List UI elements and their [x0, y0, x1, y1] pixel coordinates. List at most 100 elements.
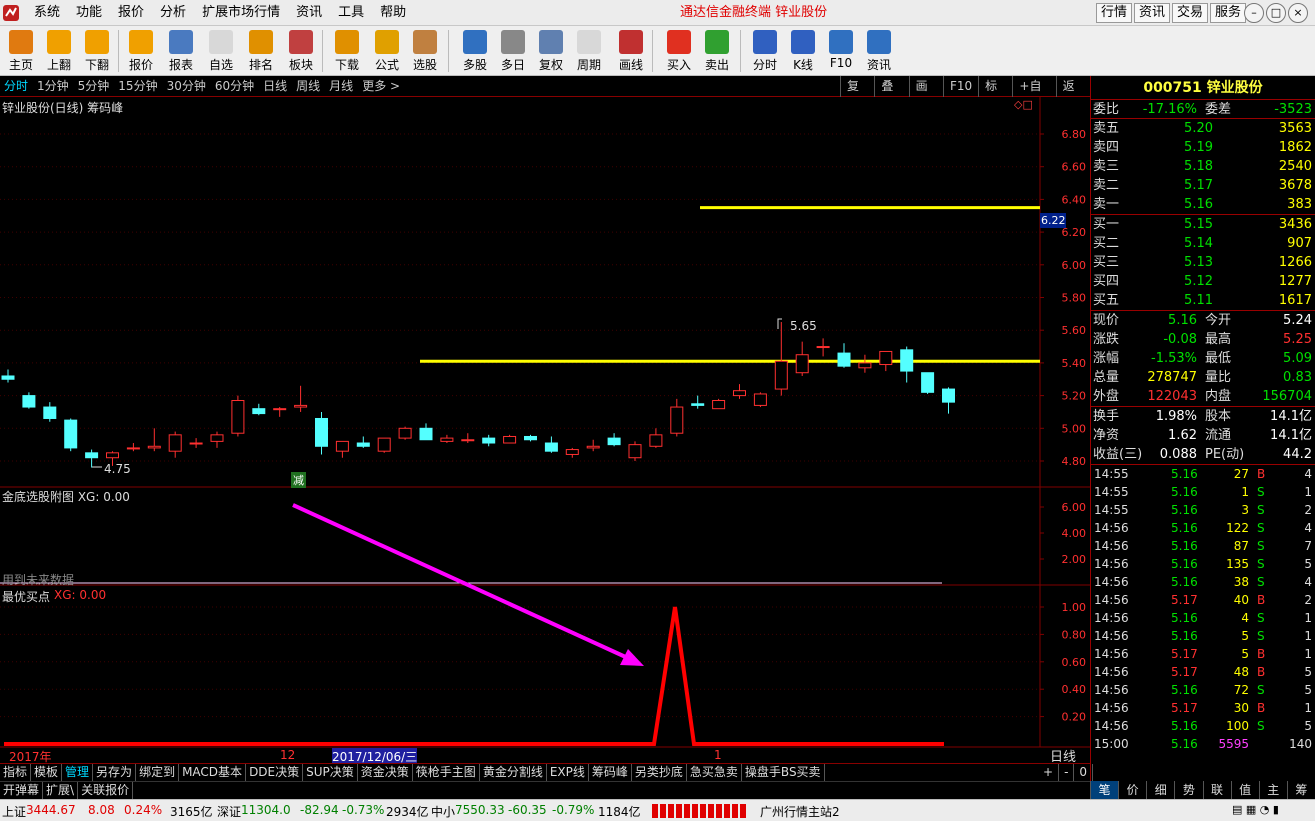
quote-tab-1[interactable]: 价	[1118, 781, 1146, 799]
ask-level[interactable]: 卖三 5.18 2540	[1091, 157, 1315, 176]
toolbar-button-16[interactable]: 买入	[660, 28, 698, 74]
candle	[252, 403, 266, 416]
tick-list[interactable]: 14:55 5.16 27 B 4 14:55 5.16 1 S 1 14:55 5.16 3 S 2 14:…	[1091, 465, 1315, 753]
bid-level[interactable]: 买二 5.14 907	[1091, 234, 1315, 253]
period-tab-6[interactable]: 日线	[263, 76, 287, 96]
toolbar-button-4[interactable]: 报表	[162, 28, 200, 74]
indicator-tab-0[interactable]: 指标	[0, 764, 32, 781]
tab-control-button[interactable]: 0	[1074, 764, 1094, 781]
tick-side: S	[1257, 719, 1265, 733]
quote-tab-2[interactable]: 细	[1146, 781, 1174, 799]
top-button-2[interactable]: 交易	[1172, 3, 1209, 23]
chart-options-icon[interactable]: ◇□	[1014, 98, 1033, 111]
minimize-icon[interactable]: –	[1244, 3, 1264, 23]
indicator-tab-8[interactable]: 资金决策	[358, 764, 413, 781]
tab-control-button[interactable]: +	[1038, 764, 1060, 781]
menu-item-1[interactable]: 功能	[68, 0, 110, 26]
toolbar-button-17[interactable]: 卖出	[698, 28, 736, 74]
menu-item-7[interactable]: 帮助	[372, 0, 414, 26]
quote-tab-7[interactable]: 筹	[1286, 781, 1315, 799]
kline-chart-area[interactable]: 6.80 6.60 6.40 6.20 6.00 5.80 5.60 5.40 5.20 5.00…	[0, 97, 1090, 765]
period-tab-7[interactable]: 周线	[296, 76, 320, 96]
top-button-0[interactable]: 行情	[1096, 3, 1133, 23]
toolbar-button-10[interactable]: 选股	[406, 28, 444, 74]
toolbar-button-18[interactable]: 分时	[746, 28, 784, 74]
indicator-tab-4[interactable]: 绑定到	[136, 764, 180, 781]
toolbar-button-label: 周期	[576, 58, 601, 72]
indicator-tab-12[interactable]: 筹码峰	[589, 764, 632, 781]
ask-level[interactable]: 卖五 5.20 3563	[1091, 119, 1315, 138]
period-tab-1[interactable]: 1分钟	[37, 76, 69, 96]
bid-level[interactable]: 买四 5.12 1277	[1091, 272, 1315, 291]
indicator-tab-14[interactable]: 急买急卖	[687, 764, 742, 781]
toolbar-button-9[interactable]: 公式	[368, 28, 406, 74]
ask-level[interactable]: 卖四 5.19 1862	[1091, 138, 1315, 157]
indicator-tab-15[interactable]: 操盘手BS买卖	[742, 764, 825, 781]
period-tab-3[interactable]: 15分钟	[118, 76, 157, 96]
indicator-tab-3[interactable]: 另存为	[93, 764, 137, 781]
toolbar-button-14[interactable]: 周期	[570, 28, 608, 74]
close-icon[interactable]: ×	[1288, 3, 1308, 23]
indicator-tab-9[interactable]: 筷枪手主图	[413, 764, 480, 781]
period-tab-9[interactable]: 更多 >	[362, 76, 400, 96]
quote-tab-3[interactable]: 势	[1174, 781, 1202, 799]
toolbar-button-5[interactable]: 自选	[202, 28, 240, 74]
kline-chart[interactable]: 6.80 6.60 6.40 6.20 6.00 5.80 5.60 5.40 5.20 5.00…	[0, 97, 1090, 763]
indicator-tab-2[interactable]: 管理	[62, 764, 94, 781]
quote-tab-5[interactable]: 值	[1230, 781, 1259, 799]
toolbar-button-7[interactable]: 板块	[282, 28, 320, 74]
menu-item-4[interactable]: 扩展市场行情	[194, 0, 288, 26]
ask-level[interactable]: 卖一 5.16 383	[1091, 195, 1315, 214]
period-tab-4[interactable]: 30分钟	[167, 76, 206, 96]
tab-control-button[interactable]: -	[1059, 764, 1075, 781]
ask-level[interactable]: 卖二 5.17 3678	[1091, 176, 1315, 195]
indicator-tab-1[interactable]: 模板	[31, 764, 63, 781]
secondary-tab-2[interactable]: 关联报价	[78, 782, 134, 799]
indicator-tab-6[interactable]: DDE决策	[246, 764, 304, 781]
secondary-tab-1[interactable]: 扩展\	[43, 782, 79, 799]
toolbar-button-8[interactable]: 下载	[328, 28, 366, 74]
bid-level[interactable]: 买五 5.11 1617	[1091, 291, 1315, 310]
status-icons[interactable]: ▤ ▦ ◔ ▮	[1232, 803, 1279, 816]
toolbar-button-12[interactable]: 多日	[494, 28, 532, 74]
level-label: 买一	[1093, 217, 1120, 232]
toolbar-button-13[interactable]: 复权	[532, 28, 570, 74]
toolbar-button-1[interactable]: 上翻	[40, 28, 78, 74]
candle	[85, 449, 99, 468]
toolbar-button-0[interactable]: 主页	[2, 28, 40, 74]
top-button-3[interactable]: 服务	[1210, 3, 1247, 23]
indicator-tab-10[interactable]: 黄金分割线	[480, 764, 547, 781]
tick-row: 14:56 5.16 100 S 5	[1091, 717, 1315, 735]
quote-tab-4[interactable]: 联	[1202, 781, 1231, 799]
period-tab-2[interactable]: 5分钟	[78, 76, 110, 96]
toolbar-button-15[interactable]: 画线	[612, 28, 650, 74]
toolbar-button-20[interactable]: F10	[822, 28, 860, 74]
top-button-1[interactable]: 资讯	[1134, 3, 1171, 23]
menu-item-2[interactable]: 报价	[110, 0, 152, 26]
menu-item-5[interactable]: 资讯	[288, 0, 330, 26]
indicator-tab-11[interactable]: EXP线	[547, 764, 589, 781]
bid-level[interactable]: 买三 5.13 1266	[1091, 253, 1315, 272]
maximize-icon[interactable]: □	[1266, 3, 1286, 23]
quote-tab-6[interactable]: 主	[1258, 781, 1287, 799]
tick-price: 5.16	[1171, 539, 1198, 553]
bid-level[interactable]: 买一 5.15 3436	[1091, 215, 1315, 234]
toolbar-button-6[interactable]: 排名	[242, 28, 280, 74]
menu-item-3[interactable]: 分析	[152, 0, 194, 26]
toolbar-button-19[interactable]: K线	[784, 28, 822, 74]
period-tab-0[interactable]: 分时	[4, 76, 28, 96]
indicator-tab-5[interactable]: MACD基本	[179, 764, 247, 781]
indicator-tab-13[interactable]: 另类抄底	[632, 764, 687, 781]
indicator-tab-7[interactable]: SUP决策	[303, 764, 358, 781]
period-tab-5[interactable]: 60分钟	[215, 76, 254, 96]
quote-tab-0[interactable]: 笔	[1090, 781, 1119, 799]
secondary-tab-0[interactable]: 开弹幕	[0, 782, 44, 799]
toolbar-button-2[interactable]: 下翻	[78, 28, 116, 74]
menu-item-0[interactable]: 系统	[26, 0, 68, 26]
toolbar-button-21[interactable]: 资讯	[860, 28, 898, 74]
toolbar-button-3[interactable]: 报价	[122, 28, 160, 74]
home-icon	[9, 30, 33, 54]
menu-item-6[interactable]: 工具	[330, 0, 372, 26]
period-tab-8[interactable]: 月线	[329, 76, 353, 96]
toolbar-button-11[interactable]: 多股	[456, 28, 494, 74]
